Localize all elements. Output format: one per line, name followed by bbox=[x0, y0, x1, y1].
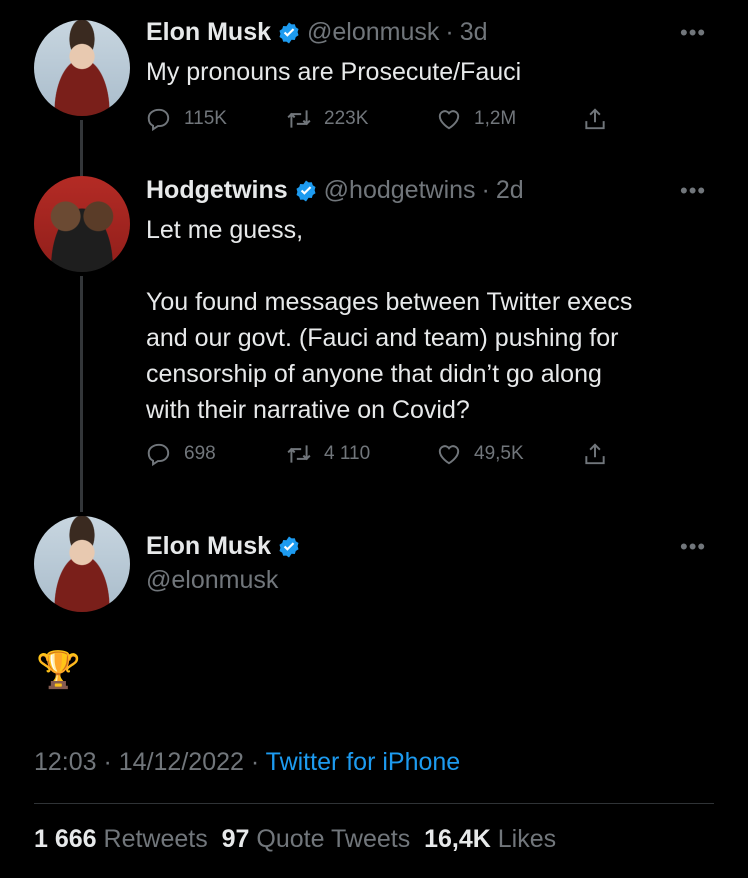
share-button[interactable] bbox=[582, 106, 608, 132]
thread-line bbox=[80, 276, 83, 512]
reply-button[interactable]: 115K bbox=[146, 106, 227, 132]
trophy-emoji: 🏆 bbox=[36, 649, 81, 690]
separator: · bbox=[481, 176, 490, 204]
tweet-time[interactable]: 2d bbox=[496, 176, 524, 205]
retweet-button[interactable]: 4 110 bbox=[286, 441, 370, 467]
retweet-icon bbox=[287, 445, 311, 463]
like-button[interactable]: 49,5K bbox=[436, 441, 524, 467]
divider bbox=[34, 803, 714, 804]
timestamp[interactable]: 12:03 · 14/12/2022 · bbox=[34, 748, 259, 776]
display-name[interactable]: Hodgetwins bbox=[146, 176, 288, 205]
tweet-text: My pronouns are Prosecute/Fauci bbox=[146, 58, 522, 86]
reply-count: 115K bbox=[184, 108, 227, 129]
more-options-button[interactable]: ••• bbox=[680, 534, 706, 560]
heart-icon bbox=[438, 110, 460, 130]
avatar[interactable] bbox=[34, 20, 130, 116]
share-icon bbox=[585, 108, 605, 130]
tweet-header: Hodgetwins @hodgetwins · 2d bbox=[146, 176, 524, 205]
tweet-time[interactable]: 3d bbox=[460, 18, 488, 47]
reply-count: 698 bbox=[184, 443, 216, 464]
retweet-button[interactable]: 223K bbox=[286, 106, 368, 132]
reply-icon bbox=[147, 108, 170, 132]
reply-icon bbox=[147, 443, 170, 467]
retweets-label: Retweets bbox=[103, 825, 208, 853]
likes-label: Likes bbox=[497, 825, 557, 853]
more-options-button[interactable]: ••• bbox=[680, 20, 706, 46]
display-name[interactable]: Elon Musk bbox=[146, 18, 271, 47]
tweet-meta: 12:03 · 14/12/2022 · Twitter for iPhone bbox=[34, 748, 460, 777]
verified-badge-icon bbox=[279, 536, 299, 557]
retweet-icon bbox=[287, 110, 311, 128]
display-name[interactable]: Elon Musk bbox=[146, 532, 271, 561]
verified-badge-icon bbox=[296, 180, 316, 201]
verified-badge-icon bbox=[279, 22, 299, 43]
quotes-label: Quote Tweets bbox=[256, 825, 411, 853]
handle[interactable]: @elonmusk bbox=[146, 566, 278, 595]
tweet-header: Elon Musk bbox=[146, 532, 301, 561]
more-options-button[interactable]: ••• bbox=[680, 178, 706, 204]
handle[interactable]: @hodgetwins bbox=[324, 176, 476, 205]
likes-stat[interactable]: 16,4K Likes bbox=[424, 825, 556, 853]
retweet-count: 223K bbox=[324, 108, 369, 129]
source-link[interactable]: Twitter for iPhone bbox=[266, 748, 461, 776]
like-button[interactable]: 1,2M bbox=[436, 106, 516, 132]
separator: · bbox=[445, 18, 454, 46]
share-icon bbox=[585, 443, 605, 465]
share-button[interactable] bbox=[582, 441, 608, 467]
handle-row: @elonmusk bbox=[146, 566, 278, 595]
retweet-count: 4 110 bbox=[324, 443, 371, 464]
retweets-count: 1 666 bbox=[34, 825, 97, 853]
tweet-header: Elon Musk @elonmusk · 3d bbox=[146, 18, 488, 47]
heart-icon bbox=[438, 445, 460, 465]
like-count: 49,5K bbox=[474, 443, 524, 464]
like-count: 1,2M bbox=[474, 108, 517, 129]
thread-line bbox=[80, 120, 83, 176]
quotes-stat[interactable]: 97 Quote Tweets bbox=[222, 825, 411, 853]
quotes-count: 97 bbox=[221, 825, 250, 853]
engagement-stats: 1 666 Retweets 97 Quote Tweets 16,4K Lik… bbox=[34, 825, 556, 854]
avatar[interactable] bbox=[34, 516, 130, 612]
handle[interactable]: @elonmusk bbox=[307, 18, 439, 47]
reply-button[interactable]: 698 bbox=[146, 441, 216, 467]
tweet-text: Let me guess, You found messages between… bbox=[146, 216, 633, 424]
retweets-stat[interactable]: 1 666 Retweets bbox=[34, 825, 208, 853]
avatar[interactable] bbox=[34, 176, 130, 272]
likes-count: 16,4K bbox=[424, 825, 491, 853]
